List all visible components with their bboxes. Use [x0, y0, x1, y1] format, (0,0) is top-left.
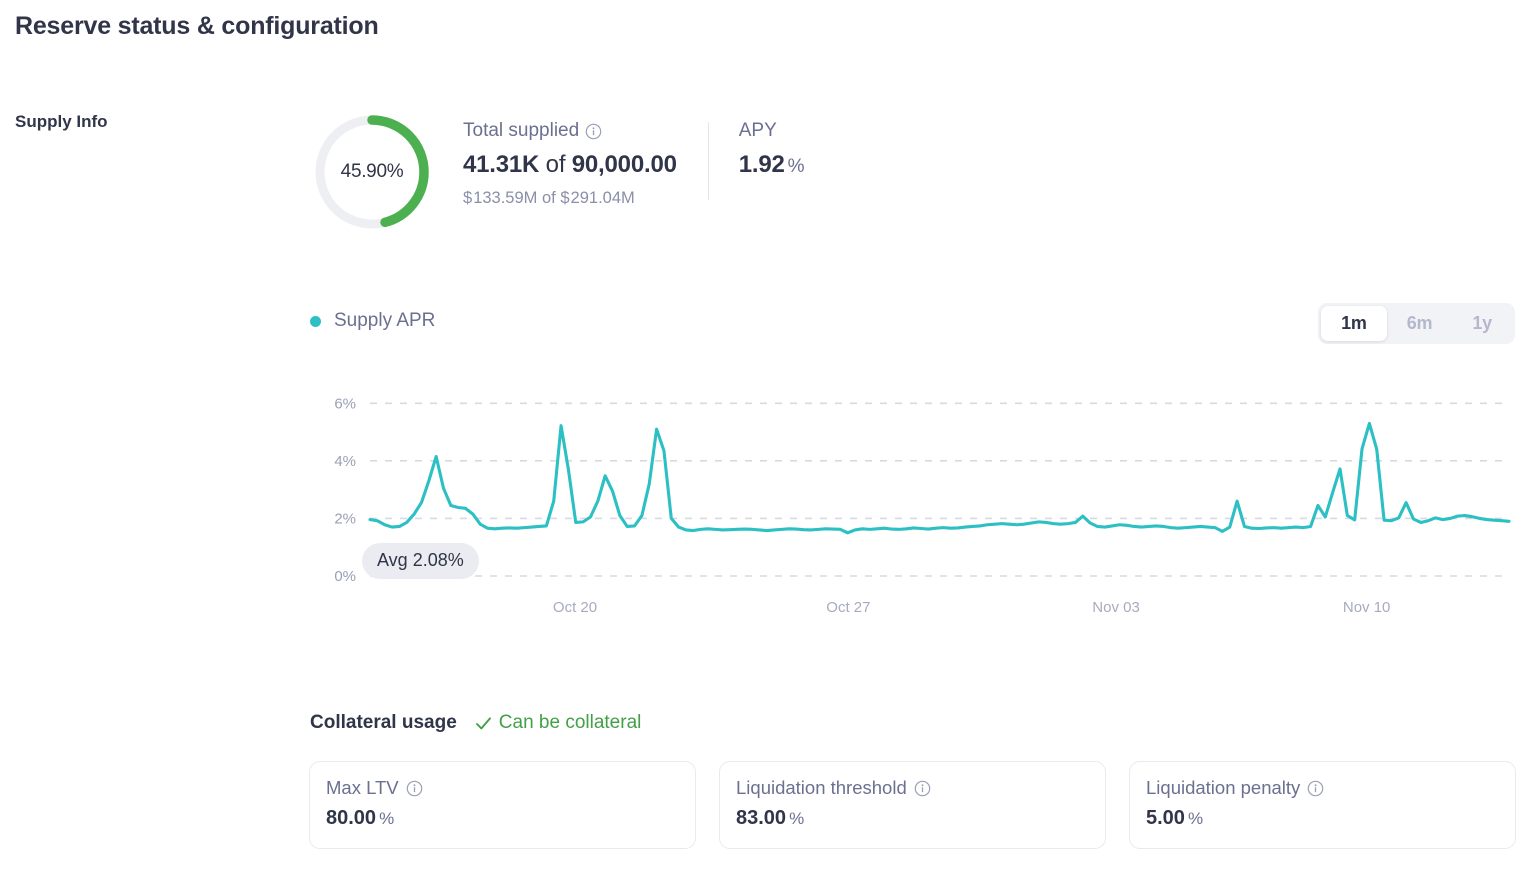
metrics-divider — [707, 122, 709, 200]
collateral-status-text: Can be collateral — [498, 712, 642, 733]
y-axis-tick-label: 4% — [334, 453, 356, 470]
card-liquidation-penalty-label: Liquidation penalty — [1146, 777, 1301, 798]
chart-y-axis-labels: 0% 2% 4% 6% — [334, 395, 356, 585]
total-supplied-header: Total supplied — [463, 120, 677, 142]
legend-dot-supply-apr — [310, 315, 321, 327]
legend-label-supply-apr: Supply APR — [334, 310, 436, 331]
card-liquidation-penalty-unit: % — [1187, 809, 1204, 828]
card-max-ltv-value: 80.00 — [326, 807, 377, 829]
average-badge: Avg 2.08% — [362, 543, 479, 579]
donut-percent-label: 45.90% — [340, 161, 404, 182]
info-circle-icon[interactable] — [585, 123, 602, 140]
supplied-usd-amount: 133.59M — [473, 189, 538, 207]
supplied-usd-cap: 291.04M — [570, 189, 635, 207]
apr-line-plot: 0% 2% 4% 6% Oct 20 Oct 27 Nov 03 Nov 10 Avg 2.… — [310, 378, 1515, 628]
x-axis-tick-label: Nov 03 — [1092, 599, 1140, 616]
card-liquidation-threshold-header: Liquidation threshold — [736, 777, 1089, 799]
card-liquidation-penalty-value: 5.00 — [1146, 807, 1185, 829]
usd-symbol-cap: $ — [560, 189, 570, 207]
apr-series-line — [368, 421, 1511, 535]
range-button-1y[interactable]: 1y — [1452, 306, 1512, 341]
apy-label: APY — [738, 120, 777, 141]
reserve-status-page: Reserve status & configuration Supply In… — [0, 0, 1536, 890]
card-liquidation-threshold: Liquidation threshold 83.00% — [719, 761, 1106, 849]
card-liquidation-threshold-value-row: 83.00% — [736, 807, 1089, 830]
y-axis-tick-label: 6% — [334, 395, 356, 412]
page-title: Reserve status & configuration — [15, 12, 379, 40]
info-circle-icon[interactable] — [1307, 780, 1324, 797]
usd-symbol-amount: $ — [463, 189, 473, 207]
total-supplied-label: Total supplied — [463, 120, 580, 141]
apy-header: APY — [739, 120, 805, 142]
supply-summary-row: 45.90% Total supplied 41.31K of 90,000.0… — [310, 110, 805, 234]
apy-value: 1.92 — [738, 151, 785, 178]
x-axis-tick-label: Oct 27 — [826, 599, 870, 616]
chart-legend: Supply APR — [310, 310, 435, 332]
collateral-usage-title: Collateral usage — [310, 712, 457, 733]
card-max-ltv-unit: % — [379, 809, 395, 828]
card-liquidation-threshold-value: 83.00 — [736, 807, 787, 829]
supply-apr-chart-section: Supply APR 1m 6m 1y 0% 2% 4% 6% Oct 20 Oct 2… — [310, 300, 1515, 630]
collateral-parameter-cards: Max LTV 80.00% Liquidation threshold 83.… — [309, 761, 1516, 849]
y-axis-tick-label: 2% — [334, 510, 356, 527]
card-liquidation-threshold-label: Liquidation threshold — [736, 777, 907, 798]
supplied-usd-conjunction: of — [542, 189, 556, 207]
x-axis-tick-label: Oct 20 — [553, 599, 597, 616]
range-button-6m[interactable]: 6m — [1387, 306, 1453, 341]
x-axis-tick-label: Nov 10 — [1343, 599, 1391, 616]
card-max-ltv-label: Max LTV — [326, 777, 399, 798]
range-button-1m[interactable]: 1m — [1321, 306, 1387, 341]
card-liquidation-penalty-value-row: 5.00% — [1146, 807, 1499, 830]
total-supplied-amount: 41.31K of 90,000.00 — [463, 151, 677, 179]
supply-info-label: Supply Info — [15, 112, 108, 131]
collateral-usage-header: Collateral usage Can be collateral — [310, 712, 641, 734]
collateral-status-badge: Can be collateral — [474, 712, 642, 734]
y-axis-tick-label: 0% — [334, 568, 356, 585]
time-range-toggle[interactable]: 1m 6m 1y — [1318, 303, 1515, 344]
card-max-ltv-header: Max LTV — [326, 777, 679, 799]
total-supplied-block: Total supplied 41.31K of 90,000.00 $133.… — [463, 110, 677, 208]
apy-block: APY 1.92% — [739, 110, 805, 179]
supplied-amount-value: 41.31K — [463, 151, 540, 178]
chart-x-axis-labels: Oct 20 Oct 27 Nov 03 Nov 10 — [553, 599, 1390, 616]
total-supplied-usd: $133.59M of $291.04M — [463, 189, 677, 208]
apy-unit: % — [787, 156, 805, 177]
chart-gridlines — [370, 402, 1509, 577]
card-max-ltv-value-row: 80.00% — [326, 807, 679, 830]
card-liquidation-penalty: Liquidation penalty 5.00% — [1129, 761, 1516, 849]
check-icon — [474, 714, 493, 733]
card-max-ltv: Max LTV 80.00% — [309, 761, 696, 849]
info-circle-icon[interactable] — [406, 780, 423, 797]
apy-value-row: 1.92% — [739, 151, 805, 179]
card-liquidation-threshold-unit: % — [789, 809, 805, 828]
supplied-conjunction: of — [545, 151, 566, 178]
supplied-cap-value: 90,000.00 — [571, 151, 677, 178]
card-liquidation-penalty-header: Liquidation penalty — [1146, 777, 1499, 799]
info-circle-icon[interactable] — [914, 780, 931, 797]
supply-donut-chart: 45.90% — [310, 110, 434, 234]
